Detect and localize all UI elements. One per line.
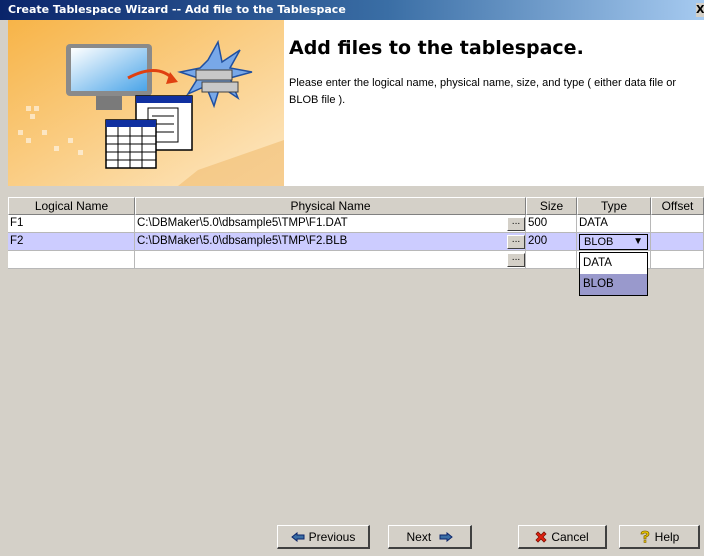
arrow-left-icon	[290, 531, 305, 542]
browse-button[interactable]: ...	[507, 235, 525, 249]
page-description: Please enter the logical name, physical …	[289, 77, 677, 106]
wizard-banner: Add files to the tablespace. Please ente…	[8, 20, 704, 186]
next-button[interactable]: Next	[388, 525, 472, 549]
size-cell[interactable]: 200	[526, 233, 577, 250]
column-header-type[interactable]: Type	[577, 197, 651, 215]
arrow-right-icon	[439, 531, 453, 542]
title-bar: Create Tablespace Wizard -- Add file to …	[0, 0, 704, 20]
help-button[interactable]: Help	[619, 525, 700, 549]
browse-button[interactable]: ...	[507, 253, 525, 267]
type-combobox[interactable]: BLOB ▼	[579, 234, 648, 250]
browse-button[interactable]: ...	[507, 217, 525, 231]
offset-cell[interactable]	[651, 233, 704, 250]
table-row[interactable]: F2 C:\DBMaker\5.0\dbsample5\TMP\F2.BLB .…	[8, 233, 704, 251]
files-table: Logical Name Physical Name Size Type Off…	[8, 197, 704, 513]
column-header-size[interactable]: Size	[526, 197, 577, 215]
dropdown-option-data[interactable]: DATA	[580, 253, 647, 274]
close-icon[interactable]: X	[696, 3, 704, 17]
button-bar: Previous Next Cancel Help	[8, 513, 704, 556]
column-header-offset[interactable]: Offset	[651, 197, 704, 215]
wizard-illustration	[8, 20, 284, 186]
dropdown-option-blob[interactable]: BLOB	[580, 274, 647, 295]
offset-cell[interactable]	[651, 251, 704, 268]
logical-name-cell[interactable]: F2	[8, 233, 135, 250]
dropdown-arrow-icon[interactable]: ▼	[633, 235, 643, 249]
physical-name-cell[interactable]: C:\DBMaker\5.0\dbsample5\TMP\F2.BLB	[135, 233, 526, 250]
physical-name-cell[interactable]	[135, 251, 526, 268]
window-title: Create Tablespace Wizard -- Add file to …	[8, 3, 346, 16]
table-row[interactable]: F1 C:\DBMaker\5.0\dbsample5\TMP\F1.DAT .…	[8, 215, 704, 233]
size-cell[interactable]: 500	[526, 215, 577, 232]
question-mark-icon	[640, 530, 650, 543]
logical-name-cell[interactable]: F1	[8, 215, 135, 232]
next-label: Next	[406, 529, 432, 544]
logical-name-cell[interactable]	[8, 251, 135, 268]
type-combobox-value: BLOB	[584, 236, 614, 248]
column-header-physical-name[interactable]: Physical Name	[135, 197, 526, 215]
type-cell[interactable]: DATA	[577, 215, 651, 232]
previous-label: Previous	[308, 529, 356, 544]
physical-name-cell[interactable]: C:\DBMaker\5.0\dbsample5\TMP\F1.DAT	[135, 215, 526, 232]
page-heading: Add files to the tablespace.	[289, 37, 584, 59]
help-label: Help	[654, 529, 680, 544]
previous-button[interactable]: Previous	[277, 525, 370, 549]
cancel-label: Cancel	[551, 529, 589, 544]
red-x-icon	[535, 531, 547, 543]
offset-cell[interactable]	[651, 215, 704, 232]
size-cell[interactable]	[526, 251, 577, 268]
cancel-button[interactable]: Cancel	[518, 525, 607, 549]
column-header-logical-name[interactable]: Logical Name	[8, 197, 135, 215]
type-dropdown-list: DATA BLOB	[579, 252, 648, 296]
